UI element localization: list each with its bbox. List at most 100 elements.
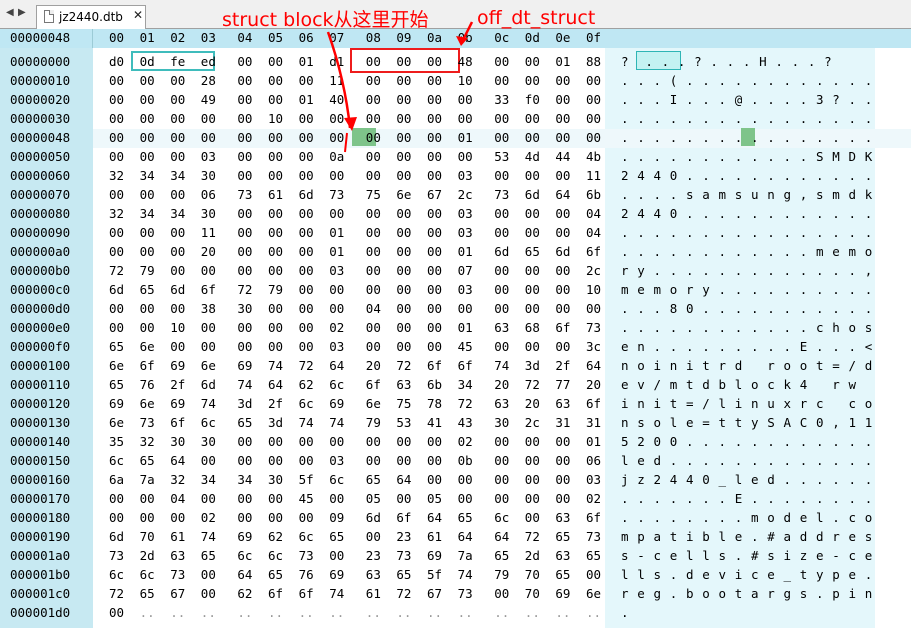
hex-byte[interactable]: 49 bbox=[201, 93, 216, 107]
hex-byte[interactable]: 3c bbox=[586, 340, 601, 354]
hex-byte[interactable]: 00 bbox=[170, 93, 185, 107]
hex-byte[interactable]: 04 bbox=[366, 302, 381, 316]
hex-byte[interactable]: 00 bbox=[494, 587, 509, 601]
hex-byte[interactable]: 00 bbox=[237, 150, 252, 164]
hex-byte[interactable]: 69 bbox=[170, 397, 185, 411]
hex-byte[interactable]: 11 bbox=[201, 226, 216, 240]
hex-byte[interactable]: 00 bbox=[396, 207, 411, 221]
hex-byte[interactable]: 7a bbox=[458, 549, 473, 563]
hex-byte[interactable]: 09 bbox=[329, 511, 344, 525]
ascii-text[interactable]: r e g . b o o t a r g s . p i n bbox=[621, 587, 873, 601]
hex-byte[interactable]: 00 bbox=[396, 340, 411, 354]
hex-byte[interactable]: 00 bbox=[109, 112, 124, 126]
hex-byte[interactable]: 05 bbox=[427, 492, 442, 506]
hex-byte[interactable]: 00 bbox=[109, 150, 124, 164]
ascii-text[interactable]: e n . . . . . . . . . E . . . < bbox=[621, 340, 873, 354]
hex-byte[interactable]: 76 bbox=[299, 568, 314, 582]
hex-byte[interactable]: 6c bbox=[299, 397, 314, 411]
hex-byte[interactable]: 00 bbox=[396, 302, 411, 316]
hex-byte[interactable]: 00 bbox=[525, 226, 540, 240]
hex-byte[interactable]: 00 bbox=[494, 435, 509, 449]
hex-byte[interactable]: 00 bbox=[396, 435, 411, 449]
hex-byte[interactable]: 61 bbox=[268, 188, 283, 202]
hex-byte[interactable]: 72 bbox=[525, 530, 540, 544]
hex-byte[interactable]: 00 bbox=[427, 93, 442, 107]
hex-byte[interactable]: 03 bbox=[329, 340, 344, 354]
hex-byte[interactable]: 00 bbox=[140, 74, 155, 88]
hex-byte[interactable]: 65 bbox=[366, 473, 381, 487]
hex-byte[interactable]: 00 bbox=[396, 283, 411, 297]
hex-byte[interactable]: 00 bbox=[494, 492, 509, 506]
hex-byte[interactable]: 00 bbox=[396, 321, 411, 335]
hex-byte[interactable]: 79 bbox=[268, 283, 283, 297]
hex-byte[interactable]: 73 bbox=[458, 587, 473, 601]
ascii-text[interactable]: 2 4 4 0 . . . . . . . . . . . . bbox=[621, 207, 873, 221]
hex-byte[interactable]: 6f bbox=[268, 587, 283, 601]
hex-byte[interactable]: 00 bbox=[427, 473, 442, 487]
hex-byte[interactable]: 6d bbox=[201, 378, 216, 392]
hex-byte[interactable]: 74 bbox=[494, 359, 509, 373]
hex-byte[interactable]: 63 bbox=[494, 321, 509, 335]
hex-byte[interactable]: 6c bbox=[237, 549, 252, 563]
hex-byte[interactable]: 7a bbox=[140, 473, 155, 487]
hex-byte[interactable]: 6d bbox=[555, 245, 570, 259]
hex-byte[interactable]: 00 bbox=[170, 131, 185, 145]
hex-byte[interactable]: 20 bbox=[201, 245, 216, 259]
ascii-text[interactable]: . . . . . . . . . . . . S M D K bbox=[621, 150, 873, 164]
hex-byte[interactable]: 03 bbox=[458, 207, 473, 221]
hex-byte[interactable]: 63 bbox=[494, 397, 509, 411]
hex-byte[interactable]: 03 bbox=[201, 150, 216, 164]
hex-byte[interactable]: 48 bbox=[458, 55, 473, 69]
hex-byte[interactable]: 2f bbox=[268, 397, 283, 411]
hex-byte[interactable]: 4b bbox=[586, 150, 601, 164]
hex-byte[interactable]: 6e bbox=[109, 416, 124, 430]
hex-byte[interactable]: 11 bbox=[586, 169, 601, 183]
hex-byte[interactable]: 65 bbox=[140, 283, 155, 297]
hex-byte[interactable]: 00 bbox=[555, 74, 570, 88]
ascii-text[interactable]: . . . . . . . . . . . . . . . . bbox=[621, 131, 873, 145]
hex-byte[interactable]: 6b bbox=[427, 378, 442, 392]
hex-byte[interactable]: 01 bbox=[458, 321, 473, 335]
hex-byte[interactable]: 73 bbox=[494, 188, 509, 202]
hex-byte[interactable]: 69 bbox=[237, 530, 252, 544]
hex-byte[interactable]: d1 bbox=[329, 55, 344, 69]
hex-byte[interactable]: 02 bbox=[201, 511, 216, 525]
hex-byte[interactable]: 6e bbox=[140, 397, 155, 411]
hex-byte[interactable]: 00 bbox=[329, 131, 344, 145]
hex-byte[interactable]: 00 bbox=[458, 93, 473, 107]
hex-byte[interactable]: 00 bbox=[268, 169, 283, 183]
hex-byte[interactable]: fe bbox=[170, 55, 185, 69]
hex-byte[interactable]: 30 bbox=[201, 207, 216, 221]
hex-byte[interactable]: 0b bbox=[458, 454, 473, 468]
hex-byte[interactable]: 00 bbox=[329, 207, 344, 221]
hex-byte[interactable]: 00 bbox=[299, 131, 314, 145]
hex-byte[interactable]: 34 bbox=[170, 207, 185, 221]
hex-byte[interactable]: 00 bbox=[555, 492, 570, 506]
ascii-text[interactable]: 2 4 4 0 . . . . . . . . . . . . bbox=[621, 169, 873, 183]
hex-byte[interactable]: 4d bbox=[525, 150, 540, 164]
hex-byte[interactable]: 67 bbox=[427, 188, 442, 202]
hex-byte[interactable]: .. bbox=[494, 606, 509, 620]
hex-byte[interactable]: 30 bbox=[268, 473, 283, 487]
hex-byte[interactable]: 00 bbox=[427, 321, 442, 335]
hex-byte[interactable]: 01 bbox=[329, 226, 344, 240]
hex-byte[interactable]: .. bbox=[170, 606, 185, 620]
hex-byte[interactable]: 2f bbox=[170, 378, 185, 392]
ascii-text[interactable]: . . . . . . . . m o d e l . c o bbox=[621, 511, 873, 525]
hex-byte[interactable]: 6d bbox=[109, 530, 124, 544]
hex-byte[interactable]: 31 bbox=[555, 416, 570, 430]
hex-byte[interactable]: 00 bbox=[427, 264, 442, 278]
hex-byte[interactable]: 00 bbox=[525, 435, 540, 449]
hex-byte[interactable]: 30 bbox=[170, 435, 185, 449]
hex-byte[interactable]: 00 bbox=[458, 492, 473, 506]
hex-byte[interactable]: 88 bbox=[586, 55, 601, 69]
hex-byte[interactable]: 00 bbox=[237, 245, 252, 259]
hex-byte[interactable]: 00 bbox=[329, 169, 344, 183]
hex-byte[interactable]: 00 bbox=[201, 568, 216, 582]
hex-byte[interactable]: 00 bbox=[494, 264, 509, 278]
hex-byte[interactable]: 69 bbox=[237, 359, 252, 373]
hex-byte[interactable]: 74 bbox=[201, 530, 216, 544]
hex-byte[interactable]: 6f bbox=[396, 511, 411, 525]
hex-byte[interactable]: 00 bbox=[366, 74, 381, 88]
hex-byte[interactable]: 00 bbox=[140, 93, 155, 107]
